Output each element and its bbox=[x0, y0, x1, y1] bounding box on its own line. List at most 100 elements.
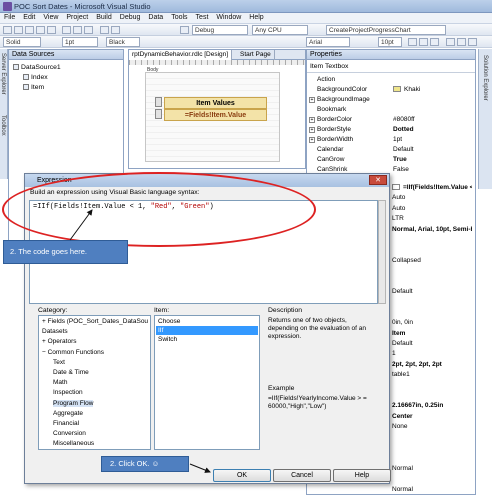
align-left-icon[interactable] bbox=[446, 38, 455, 46]
property-value[interactable]: Default bbox=[392, 288, 472, 295]
property-value[interactable]: table1 bbox=[392, 371, 472, 378]
tree-item-item[interactable]: Item bbox=[23, 84, 44, 91]
undo-icon[interactable] bbox=[100, 26, 109, 34]
property-value[interactable]: True bbox=[393, 155, 473, 165]
save-icon[interactable] bbox=[36, 26, 45, 34]
menu-project[interactable]: Project bbox=[62, 13, 92, 22]
ok-button[interactable]: OK bbox=[213, 469, 271, 482]
expand-icon[interactable]: + bbox=[309, 117, 315, 123]
platform-select[interactable]: Any CPU bbox=[252, 25, 308, 35]
border-color-select[interactable]: Black bbox=[106, 37, 140, 47]
menu-tools[interactable]: Tools bbox=[167, 13, 191, 22]
category-item[interactable]: + Operators bbox=[42, 338, 77, 345]
close-icon[interactable]: ✕ bbox=[369, 175, 387, 185]
menu-view[interactable]: View bbox=[39, 13, 62, 22]
property-value[interactable]: Dotted bbox=[393, 125, 473, 135]
tab-report-design[interactable]: rptDynamicBehavior.rdlc [Design] bbox=[129, 50, 233, 60]
server-explorer-tab[interactable]: Server Explorer bbox=[0, 53, 6, 95]
property-value[interactable]: 0in, 0in bbox=[392, 319, 472, 326]
menu-build[interactable]: Build bbox=[92, 13, 116, 22]
border-width-select[interactable]: 1pt bbox=[62, 37, 98, 47]
property-row[interactable]: CanGrow True bbox=[307, 155, 475, 165]
add-item-icon[interactable] bbox=[14, 26, 23, 34]
configuration-select[interactable]: Debug bbox=[192, 25, 248, 35]
menu-help[interactable]: Help bbox=[245, 13, 267, 22]
property-value[interactable]: Auto bbox=[392, 205, 472, 212]
category-item[interactable]: + Fields (POC_Sort_Dates_DataSou bbox=[42, 318, 148, 325]
category-item[interactable]: Program Flow bbox=[53, 399, 94, 407]
menu-window[interactable]: Window bbox=[212, 13, 245, 22]
property-value[interactable]: Normal, Arial, 10pt, Semi-bo bbox=[392, 226, 472, 233]
category-item[interactable]: Math bbox=[53, 379, 67, 386]
property-value[interactable]: Normal bbox=[392, 486, 472, 493]
property-value[interactable]: =IIf(Fields!Item.Value < 1 bbox=[392, 184, 472, 191]
expand-icon[interactable]: + bbox=[309, 97, 315, 103]
table-detail-cell[interactable]: =Fields!Item.Value bbox=[164, 109, 267, 121]
property-value[interactable]: 1pt bbox=[393, 135, 473, 145]
table-header-cell[interactable]: Item Values bbox=[164, 97, 267, 109]
property-value[interactable]: Collapsed bbox=[392, 257, 472, 264]
item-list[interactable]: Choose IIf Switch bbox=[154, 315, 260, 450]
property-value[interactable]: Item bbox=[392, 330, 472, 337]
property-row[interactable]: Bookmark bbox=[307, 105, 475, 115]
start-debug-icon[interactable] bbox=[180, 26, 189, 34]
property-value[interactable]: Default bbox=[392, 340, 472, 347]
new-project-icon[interactable] bbox=[3, 26, 12, 34]
cut-icon[interactable] bbox=[62, 26, 71, 34]
category-tree[interactable]: + Fields (POC_Sort_Dates_DataSou Datasets… bbox=[38, 315, 151, 450]
property-row[interactable]: + BackgroundImage bbox=[307, 95, 475, 105]
property-value[interactable]: Auto bbox=[392, 194, 472, 201]
expand-icon[interactable]: + bbox=[309, 127, 315, 133]
tree-item-index[interactable]: Index bbox=[23, 74, 48, 81]
expand-icon[interactable]: + bbox=[309, 137, 315, 143]
underline-icon[interactable] bbox=[430, 38, 439, 46]
font-name-select[interactable]: Arial bbox=[306, 37, 350, 47]
property-value[interactable]: 2.16667in, 0.25in bbox=[392, 402, 472, 409]
properties-object-select[interactable]: Item Textbox bbox=[307, 61, 475, 73]
category-item[interactable]: Miscellaneous bbox=[53, 440, 94, 447]
tab-start-page[interactable]: Start Page bbox=[237, 50, 275, 60]
function-item[interactable]: Switch bbox=[156, 335, 258, 344]
menu-test[interactable]: Test bbox=[192, 13, 213, 22]
category-item[interactable]: Inspection bbox=[53, 389, 83, 396]
property-value[interactable]: Khaki bbox=[393, 85, 473, 95]
category-item[interactable]: Datasets bbox=[42, 328, 68, 335]
property-value[interactable]: #8080ff bbox=[393, 115, 473, 125]
category-item[interactable]: Conversion bbox=[53, 430, 86, 437]
startup-object-select[interactable]: CreateProjectProgressChart bbox=[326, 25, 446, 35]
property-row[interactable]: + BorderColor #8080ff bbox=[307, 115, 475, 125]
property-value[interactable]: Normal bbox=[392, 465, 472, 472]
category-item[interactable]: Text bbox=[53, 359, 65, 366]
category-item[interactable]: Financial bbox=[53, 420, 79, 427]
solution-explorer-tab[interactable]: Solution Explorer bbox=[482, 55, 488, 101]
menu-file[interactable]: File bbox=[0, 13, 19, 22]
property-row[interactable]: BackgroundColor Khaki bbox=[307, 85, 475, 95]
copy-icon[interactable] bbox=[73, 26, 82, 34]
help-button[interactable]: Help bbox=[333, 469, 391, 482]
expression-scrollbar[interactable] bbox=[378, 200, 386, 304]
property-value[interactable]: LTR bbox=[392, 215, 472, 222]
property-value[interactable]: 1 bbox=[392, 350, 472, 357]
property-row[interactable]: Calendar Default bbox=[307, 145, 475, 155]
redo-icon[interactable] bbox=[111, 26, 120, 34]
row-handle-header[interactable] bbox=[155, 97, 162, 107]
menu-edit[interactable]: Edit bbox=[19, 13, 39, 22]
paste-icon[interactable] bbox=[84, 26, 93, 34]
property-value[interactable]: Default bbox=[393, 145, 473, 155]
tree-item-datasource1[interactable]: DataSource1 bbox=[13, 64, 61, 71]
property-value[interactable]: 2pt, 2pt, 2pt, 2pt bbox=[392, 361, 472, 368]
align-center-icon[interactable] bbox=[457, 38, 466, 46]
toolbox-tab[interactable]: Toolbox bbox=[0, 115, 6, 136]
cancel-button[interactable]: Cancel bbox=[273, 469, 331, 482]
menu-debug[interactable]: Debug bbox=[116, 13, 145, 22]
property-value[interactable]: False bbox=[393, 165, 473, 175]
open-file-icon[interactable] bbox=[25, 26, 34, 34]
function-item[interactable]: IIf bbox=[156, 326, 258, 335]
save-all-icon[interactable] bbox=[47, 26, 56, 34]
category-item[interactable]: − Common Functions bbox=[42, 349, 104, 356]
align-right-icon[interactable] bbox=[468, 38, 477, 46]
property-row[interactable]: + BorderWidth 1pt bbox=[307, 135, 475, 145]
font-size-select[interactable]: 10pt bbox=[378, 37, 402, 47]
property-row[interactable]: Action bbox=[307, 75, 475, 85]
property-value[interactable]: Center bbox=[392, 413, 472, 420]
